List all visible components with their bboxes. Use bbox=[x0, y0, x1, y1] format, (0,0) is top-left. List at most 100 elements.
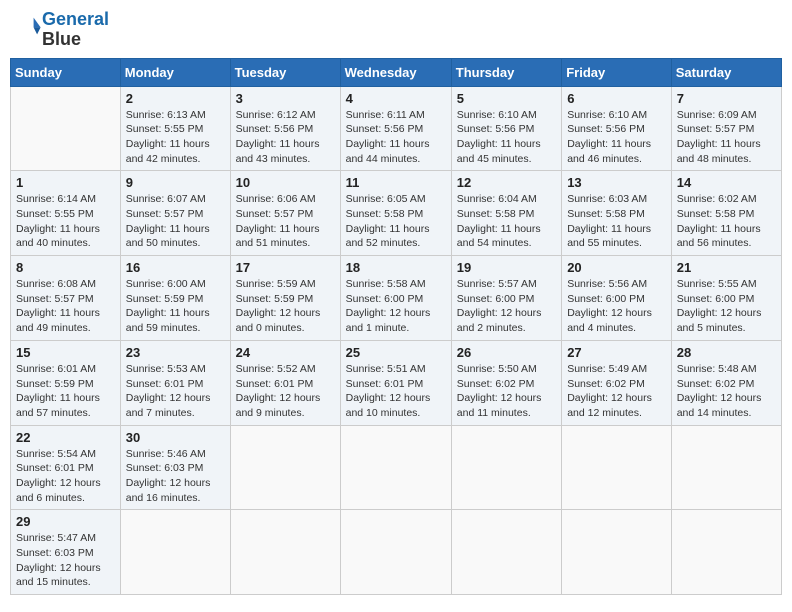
day-number: 10 bbox=[236, 175, 335, 190]
calendar-row: 15Sunrise: 6:01 AM Sunset: 5:59 PM Dayli… bbox=[11, 340, 782, 425]
calendar-cell bbox=[671, 510, 781, 595]
logo-icon bbox=[14, 12, 42, 40]
calendar-cell: 2Sunrise: 6:13 AM Sunset: 5:55 PM Daylig… bbox=[120, 86, 230, 171]
day-number: 3 bbox=[236, 91, 335, 106]
day-info: Sunrise: 6:00 AM Sunset: 5:59 PM Dayligh… bbox=[126, 277, 225, 336]
calendar-row: 22 Sunrise: 5:54 AM Sunset: 6:01 PM Dayli… bbox=[11, 425, 782, 510]
calendar-cell bbox=[451, 425, 561, 510]
day-info: Sunrise: 5:48 AM Sunset: 6:02 PM Dayligh… bbox=[677, 362, 776, 421]
day-number: 24 bbox=[236, 345, 335, 360]
calendar-cell: 17 Sunrise: 5:59 AM Sunset: 5:59 PM Dayli… bbox=[230, 256, 340, 341]
weekday-header-wednesday: Wednesday bbox=[340, 58, 451, 86]
day-info: Sunrise: 5:59 AM Sunset: 5:59 PM Dayligh… bbox=[236, 277, 335, 336]
day-info: Sunrise: 5:53 AM Sunset: 6:01 PM Dayligh… bbox=[126, 362, 225, 421]
day-info: Sunrise: 6:07 AM Sunset: 5:57 PM Dayligh… bbox=[126, 192, 225, 251]
day-info: Sunrise: 6:02 AM Sunset: 5:58 PM Dayligh… bbox=[677, 192, 776, 251]
day-info: Sunrise: 5:55 AM Sunset: 6:00 PM Dayligh… bbox=[677, 277, 776, 336]
day-info: Sunrise: 5:57 AM Sunset: 6:00 PM Dayligh… bbox=[457, 277, 556, 336]
calendar-cell bbox=[340, 425, 451, 510]
day-number: 26 bbox=[457, 345, 556, 360]
calendar-cell: 5 Sunrise: 6:10 AM Sunset: 5:56 PM Daylig… bbox=[451, 86, 561, 171]
calendar-cell: 9 Sunrise: 6:07 AM Sunset: 5:57 PM Daylig… bbox=[120, 171, 230, 256]
calendar-cell: 13 Sunrise: 6:03 AM Sunset: 5:58 PM Dayli… bbox=[562, 171, 672, 256]
day-number: 17 bbox=[236, 260, 335, 275]
calendar-row: 2Sunrise: 6:13 AM Sunset: 5:55 PM Daylig… bbox=[11, 86, 782, 171]
day-info: Sunrise: 6:04 AM Sunset: 5:58 PM Dayligh… bbox=[457, 192, 556, 251]
day-info: Sunrise: 5:58 AM Sunset: 6:00 PM Dayligh… bbox=[346, 277, 446, 336]
calendar-cell bbox=[230, 510, 340, 595]
calendar-cell: 16 Sunrise: 6:00 AM Sunset: 5:59 PM Dayli… bbox=[120, 256, 230, 341]
day-number: 29 bbox=[16, 514, 115, 529]
day-number: 27 bbox=[567, 345, 666, 360]
weekday-header-sunday: Sunday bbox=[11, 58, 121, 86]
calendar-cell: 12Sunrise: 6:04 AM Sunset: 5:58 PM Dayli… bbox=[451, 171, 561, 256]
day-info: Sunrise: 5:46 AM Sunset: 6:03 PM Dayligh… bbox=[126, 447, 225, 506]
calendar-cell: 27 Sunrise: 5:49 AM Sunset: 6:02 PM Dayli… bbox=[562, 340, 672, 425]
calendar-cell bbox=[230, 425, 340, 510]
calendar-cell: 21 Sunrise: 5:55 AM Sunset: 6:00 PM Dayli… bbox=[671, 256, 781, 341]
day-info: Sunrise: 5:49 AM Sunset: 6:02 PM Dayligh… bbox=[567, 362, 666, 421]
calendar-cell: 19 Sunrise: 5:57 AM Sunset: 6:00 PM Dayli… bbox=[451, 256, 561, 341]
day-number: 11 bbox=[346, 175, 446, 190]
day-info: Sunrise: 6:05 AM Sunset: 5:58 PM Dayligh… bbox=[346, 192, 446, 251]
day-number: 16 bbox=[126, 260, 225, 275]
day-info: Sunrise: 5:54 AM Sunset: 6:01 PM Dayligh… bbox=[16, 447, 115, 506]
day-number: 20 bbox=[567, 260, 666, 275]
page-header: GeneralBlue bbox=[10, 10, 782, 50]
day-number: 2 bbox=[126, 91, 225, 106]
calendar-row: 29 Sunrise: 5:47 AM Sunset: 6:03 PM Dayli… bbox=[11, 510, 782, 595]
day-info: Sunrise: 5:50 AM Sunset: 6:02 PM Dayligh… bbox=[457, 362, 556, 421]
day-info: Sunrise: 5:47 AM Sunset: 6:03 PM Dayligh… bbox=[16, 531, 115, 590]
day-number: 7 bbox=[677, 91, 776, 106]
weekday-header-friday: Friday bbox=[562, 58, 672, 86]
day-info: Sunrise: 6:10 AM Sunset: 5:56 PM Dayligh… bbox=[457, 108, 556, 167]
calendar-cell bbox=[562, 425, 672, 510]
calendar-cell: 24 Sunrise: 5:52 AM Sunset: 6:01 PM Dayli… bbox=[230, 340, 340, 425]
day-number: 8 bbox=[16, 260, 115, 275]
calendar-cell: 18 Sunrise: 5:58 AM Sunset: 6:00 PM Dayli… bbox=[340, 256, 451, 341]
weekday-header-thursday: Thursday bbox=[451, 58, 561, 86]
day-info: Sunrise: 6:08 AM Sunset: 5:57 PM Dayligh… bbox=[16, 277, 115, 336]
day-number: 22 bbox=[16, 430, 115, 445]
day-number: 1 bbox=[16, 175, 115, 190]
day-info: Sunrise: 6:06 AM Sunset: 5:57 PM Dayligh… bbox=[236, 192, 335, 251]
logo: GeneralBlue bbox=[14, 10, 109, 50]
day-info: Sunrise: 6:03 AM Sunset: 5:58 PM Dayligh… bbox=[567, 192, 666, 251]
calendar-cell: 7Sunrise: 6:09 AM Sunset: 5:57 PM Daylig… bbox=[671, 86, 781, 171]
day-number: 19 bbox=[457, 260, 556, 275]
day-info: Sunrise: 6:14 AM Sunset: 5:55 PM Dayligh… bbox=[16, 192, 115, 251]
calendar-cell bbox=[562, 510, 672, 595]
day-number: 25 bbox=[346, 345, 446, 360]
calendar-cell: 8 Sunrise: 6:08 AM Sunset: 5:57 PM Daylig… bbox=[11, 256, 121, 341]
day-info: Sunrise: 6:10 AM Sunset: 5:56 PM Dayligh… bbox=[567, 108, 666, 167]
day-number: 5 bbox=[457, 91, 556, 106]
calendar-cell: 3Sunrise: 6:12 AM Sunset: 5:56 PM Daylig… bbox=[230, 86, 340, 171]
calendar-cell: 30Sunrise: 5:46 AM Sunset: 6:03 PM Dayli… bbox=[120, 425, 230, 510]
calendar-cell bbox=[11, 86, 121, 171]
calendar-cell: 23Sunrise: 5:53 AM Sunset: 6:01 PM Dayli… bbox=[120, 340, 230, 425]
calendar-cell bbox=[340, 510, 451, 595]
day-number: 15 bbox=[16, 345, 115, 360]
day-info: Sunrise: 6:11 AM Sunset: 5:56 PM Dayligh… bbox=[346, 108, 446, 167]
day-number: 9 bbox=[126, 175, 225, 190]
calendar-cell: 6 Sunrise: 6:10 AM Sunset: 5:56 PM Daylig… bbox=[562, 86, 672, 171]
day-number: 13 bbox=[567, 175, 666, 190]
day-info: Sunrise: 5:56 AM Sunset: 6:00 PM Dayligh… bbox=[567, 277, 666, 336]
calendar-cell: 26 Sunrise: 5:50 AM Sunset: 6:02 PM Dayli… bbox=[451, 340, 561, 425]
calendar-cell bbox=[671, 425, 781, 510]
calendar-cell: 1 Sunrise: 6:14 AM Sunset: 5:55 PM Daylig… bbox=[11, 171, 121, 256]
calendar-table: SundayMondayTuesdayWednesdayThursdayFrid… bbox=[10, 58, 782, 596]
weekday-header-saturday: Saturday bbox=[671, 58, 781, 86]
day-number: 14 bbox=[677, 175, 776, 190]
calendar-row: 8 Sunrise: 6:08 AM Sunset: 5:57 PM Daylig… bbox=[11, 256, 782, 341]
day-info: Sunrise: 5:51 AM Sunset: 6:01 PM Dayligh… bbox=[346, 362, 446, 421]
day-number: 21 bbox=[677, 260, 776, 275]
calendar-cell: 22 Sunrise: 5:54 AM Sunset: 6:01 PM Dayli… bbox=[11, 425, 121, 510]
day-info: Sunrise: 5:52 AM Sunset: 6:01 PM Dayligh… bbox=[236, 362, 335, 421]
logo-text: GeneralBlue bbox=[42, 10, 109, 50]
calendar-cell: 14 Sunrise: 6:02 AM Sunset: 5:58 PM Dayli… bbox=[671, 171, 781, 256]
calendar-row: 1 Sunrise: 6:14 AM Sunset: 5:55 PM Daylig… bbox=[11, 171, 782, 256]
day-number: 18 bbox=[346, 260, 446, 275]
day-number: 6 bbox=[567, 91, 666, 106]
calendar-cell: 11 Sunrise: 6:05 AM Sunset: 5:58 PM Dayli… bbox=[340, 171, 451, 256]
